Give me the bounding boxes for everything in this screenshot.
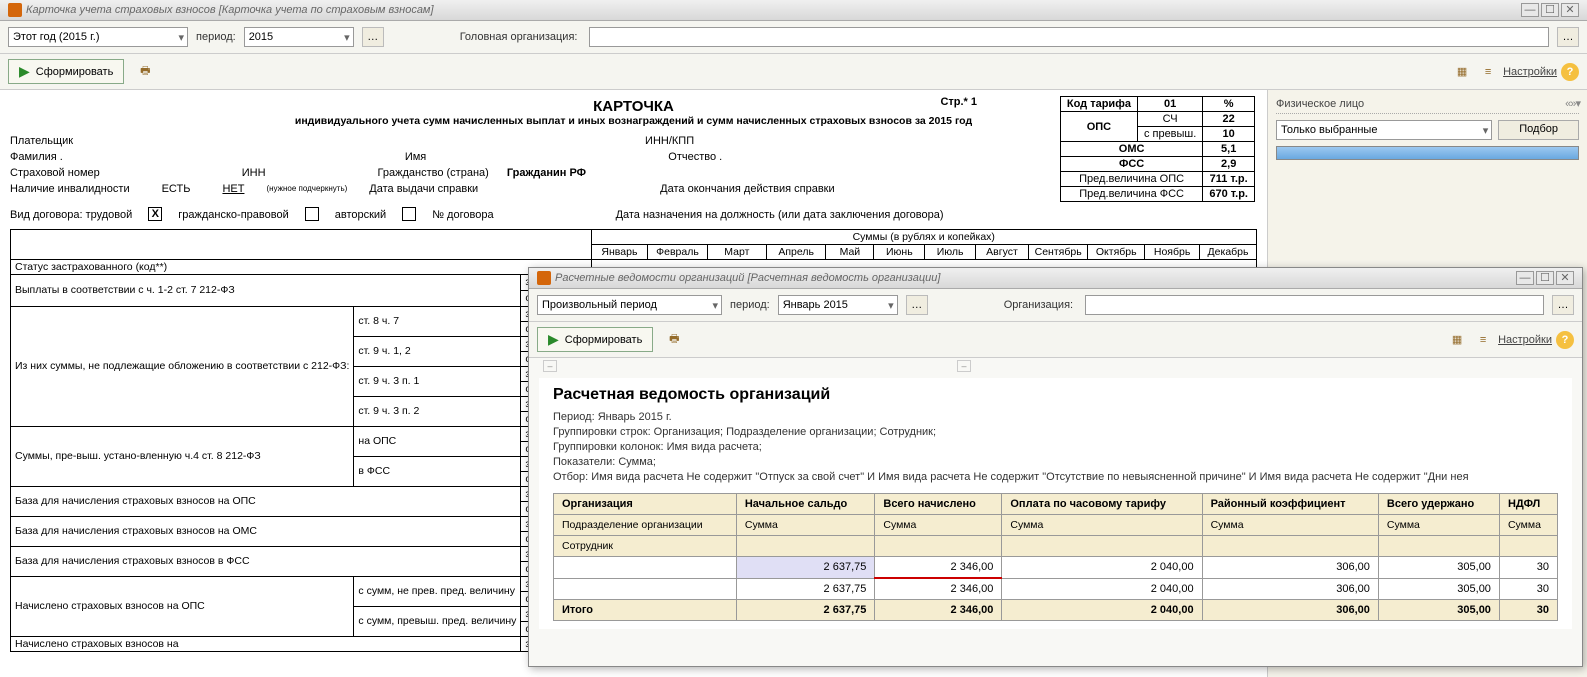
checkbox-civil — [305, 207, 319, 221]
play-icon: ▶ — [19, 63, 30, 80]
page-indicator: Стр.* 1 — [940, 96, 977, 108]
collapse-right[interactable]: – — [957, 360, 971, 372]
sub-period-label: период: — [730, 299, 770, 311]
sub-print-icon[interactable]: 🖶 — [663, 330, 685, 350]
sub-report-title: Расчетная ведомость организаций — [553, 386, 1558, 404]
form-button[interactable]: ▶Сформировать — [8, 59, 124, 84]
sub-titlebar: Расчетные ведомости организаций [Расчетн… — [529, 268, 1582, 289]
settings-link[interactable]: Настройки — [1503, 66, 1557, 78]
period-label: период: — [196, 31, 236, 43]
close-button[interactable]: ✕ — [1561, 3, 1579, 17]
tariff-table: Код тарифа01% ОПССЧ22 с превыш.10 ОМС5,1… — [1060, 96, 1255, 202]
grid-icon[interactable]: ▦ — [1451, 62, 1473, 82]
minimize-button[interactable]: — — [1521, 3, 1539, 17]
head-org-label: Головная организация: — [460, 31, 578, 43]
help-icon[interactable]: ? — [1561, 63, 1579, 81]
main-toolbar: Этот год (2015 г.) период: 2015 … Головн… — [0, 21, 1587, 54]
sub-close-button[interactable]: ✕ — [1556, 271, 1574, 285]
sub-maximize-button[interactable]: ☐ — [1536, 271, 1554, 285]
sub-period-preset[interactable]: Произвольный период — [537, 295, 722, 315]
main-titlebar: Карточка учета страховых взносов [Карточ… — [0, 0, 1587, 21]
sub-period-value[interactable]: Январь 2015 — [778, 295, 898, 315]
app-icon — [537, 271, 551, 285]
phys-panel-head[interactable]: Физическое лицо« » ▾ — [1276, 94, 1579, 114]
sub-period-picker[interactable]: … — [906, 295, 928, 315]
window-title: Карточка учета страховых взносов [Карточ… — [26, 4, 434, 16]
maximize-button[interactable]: ☐ — [1541, 3, 1559, 17]
sub-list-icon[interactable]: ≡ — [1472, 330, 1494, 350]
pick-button[interactable]: Подбор — [1498, 120, 1579, 140]
sub-form-button[interactable]: ▶Сформировать — [537, 327, 653, 352]
sub-window-title: Расчетные ведомости организаций [Расчетн… — [555, 272, 940, 284]
period-preset-select[interactable]: Этот год (2015 г.) — [8, 27, 188, 47]
sub-report-table: ОрганизацияНачальное сальдоВсего начисле… — [553, 493, 1558, 621]
sub-help-icon[interactable]: ? — [1556, 331, 1574, 349]
sub-settings-link[interactable]: Настройки — [1498, 334, 1552, 346]
sub-grid-icon[interactable]: ▦ — [1446, 330, 1468, 350]
sub-org-label: Организация: — [1004, 299, 1073, 311]
sub-org-input[interactable] — [1085, 295, 1544, 315]
sub-minimize-button[interactable]: — — [1516, 271, 1534, 285]
period-picker-button[interactable]: … — [362, 27, 384, 47]
sub-window: Расчетные ведомости организаций [Расчетн… — [528, 267, 1583, 667]
app-icon — [8, 3, 22, 17]
list-icon[interactable]: ≡ — [1477, 62, 1499, 82]
print-icon[interactable]: 🖶 — [134, 62, 156, 82]
head-org-input[interactable] — [589, 27, 1549, 47]
phys-selected-bar[interactable] — [1276, 146, 1579, 160]
sub-report: Расчетная ведомость организаций Период: … — [539, 378, 1572, 629]
collapse-left[interactable]: – — [543, 360, 557, 372]
sub-org-picker[interactable]: … — [1552, 295, 1574, 315]
phys-filter-select[interactable]: Только выбранные — [1276, 120, 1492, 140]
period-value-select[interactable]: 2015 — [244, 27, 354, 47]
checkbox-author — [402, 207, 416, 221]
action-bar: ▶Сформировать 🖶 ▦ ≡ Настройки ? — [0, 54, 1587, 90]
checkbox-labor: X — [148, 207, 162, 221]
head-org-picker[interactable]: … — [1557, 27, 1579, 47]
